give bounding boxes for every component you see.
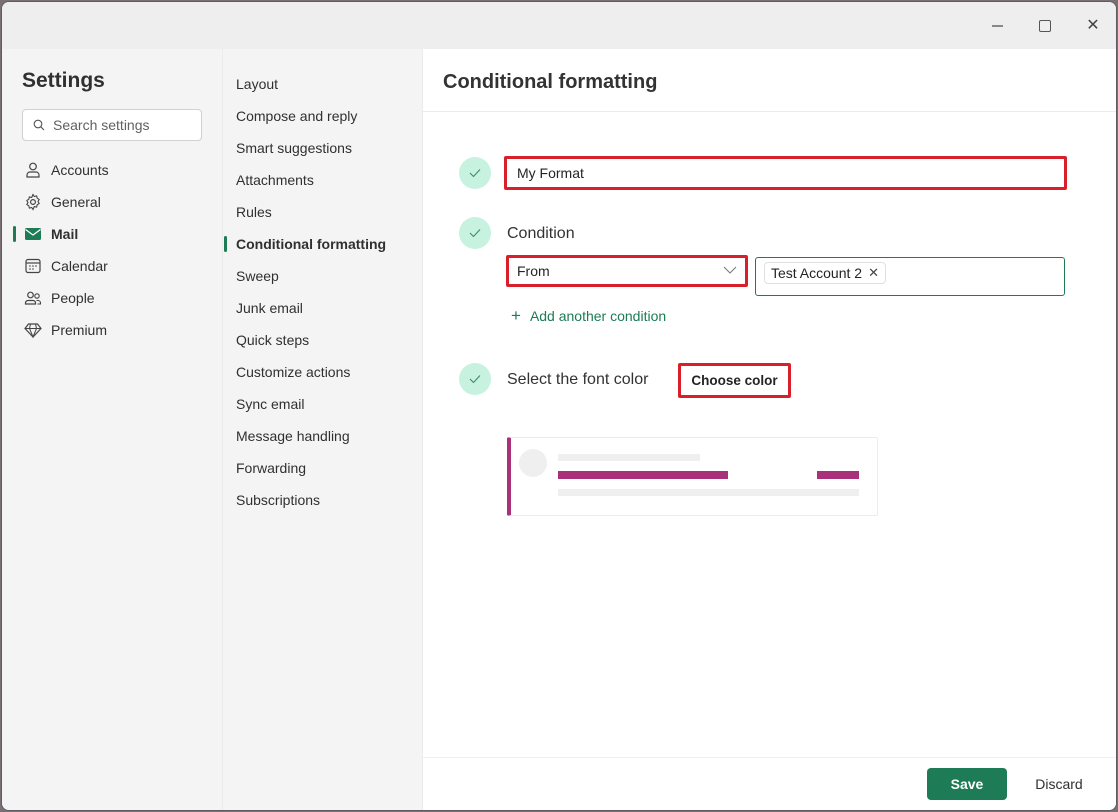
sidebar-item-calendar[interactable]: Calendar <box>2 250 222 282</box>
subnav-item-label: Sweep <box>236 268 279 284</box>
subnav-item-junk-email[interactable]: Junk email <box>223 292 423 324</box>
settings-sidebar: Settings Accounts General <box>2 49 222 810</box>
close-button[interactable]: ✕ <box>1070 11 1116 41</box>
page-title: Conditional formatting <box>443 71 658 93</box>
search-box[interactable] <box>22 109 202 141</box>
recipient-name: Test Account 2 <box>771 265 863 281</box>
conditional-formatting-pane: Conditional formatting Condition From Te… <box>422 49 1116 810</box>
step-complete-icon <box>459 157 491 189</box>
gear-icon <box>24 193 42 211</box>
subnav-item-subscriptions[interactable]: Subscriptions <box>223 484 423 516</box>
sidebar-item-mail[interactable]: Mail <box>2 218 222 250</box>
person-icon <box>24 161 42 179</box>
subnav-item-message-handling[interactable]: Message handling <box>223 420 423 452</box>
condition-field-dropdown[interactable]: From <box>506 255 748 287</box>
people-icon <box>24 289 42 307</box>
sidebar-item-label: Mail <box>51 226 79 242</box>
subnav-item-attachments[interactable]: Attachments <box>223 164 423 196</box>
minimize-button[interactable] <box>974 11 1020 41</box>
selection-indicator <box>13 226 16 242</box>
maximize-button[interactable] <box>1022 11 1068 41</box>
search-input[interactable] <box>53 117 193 133</box>
diamond-icon <box>24 321 42 339</box>
subnav-item-compose-and-reply[interactable]: Compose and reply <box>223 100 423 132</box>
minimize-icon <box>991 25 1003 27</box>
mail-icon <box>24 225 42 243</box>
settings-title: Settings <box>22 69 105 92</box>
discard-button[interactable]: Discard <box>1019 768 1099 800</box>
subnav-item-layout[interactable]: Layout <box>223 68 423 100</box>
plus-icon: + <box>511 306 521 325</box>
subnav-item-sweep[interactable]: Sweep <box>223 260 423 292</box>
step-complete-icon <box>459 217 491 249</box>
recipient-chip: Test Account 2 ✕ <box>764 262 886 284</box>
sidebar-item-people[interactable]: People <box>2 282 222 314</box>
close-icon: ✕ <box>1086 17 1100 34</box>
condition-label: Condition <box>507 225 575 242</box>
sidebar-item-label: Calendar <box>51 258 108 274</box>
subnav-item-sync-email[interactable]: Sync email <box>223 388 423 420</box>
subnav-item-label: Sync email <box>236 396 305 412</box>
checkmark-icon <box>469 169 481 178</box>
condition-field-value: From <box>517 263 550 279</box>
font-color-label: Select the font color <box>507 371 649 388</box>
subnav-item-label: Customize actions <box>236 364 351 380</box>
subnav-item-label: Layout <box>236 76 279 92</box>
message-preview <box>507 437 878 516</box>
subnav-item-smart-suggestions[interactable]: Smart suggestions <box>223 132 423 164</box>
subnav-item-label: Quick steps <box>236 332 310 348</box>
divider <box>423 111 1116 112</box>
choose-color-button[interactable]: Choose color <box>678 363 791 398</box>
preview-subject-line <box>558 471 728 479</box>
sidebar-item-label: People <box>51 290 95 306</box>
selection-indicator <box>224 236 227 252</box>
save-button[interactable]: Save <box>927 768 1007 800</box>
search-icon <box>33 119 45 131</box>
subnav-item-rules[interactable]: Rules <box>223 196 423 228</box>
recipient-picker[interactable]: Test Account 2 ✕ <box>755 257 1065 296</box>
calendar-icon <box>24 257 42 275</box>
settings-categories: Accounts General Mail Calendar People Pr… <box>2 154 222 346</box>
preview-date-line <box>817 471 859 479</box>
preview-body-line <box>558 489 859 496</box>
sidebar-item-general[interactable]: General <box>2 186 222 218</box>
subnav-item-label: Conditional formatting <box>236 236 387 252</box>
subnav-item-label: Attachments <box>236 172 314 188</box>
subnav-item-label: Compose and reply <box>236 108 358 124</box>
maximize-icon <box>1039 20 1051 32</box>
subnav-item-label: Forwarding <box>236 460 307 476</box>
mail-settings-nav: Layout Compose and reply Smart suggestio… <box>222 49 422 810</box>
add-condition-button[interactable]: + Add another condition <box>511 307 666 324</box>
chevron-down-icon <box>723 266 737 274</box>
subnav-item-label: Message handling <box>236 428 350 444</box>
step-complete-icon <box>459 363 491 395</box>
subnav-item-label: Smart suggestions <box>236 140 352 156</box>
preview-avatar <box>519 449 547 477</box>
sidebar-item-premium[interactable]: Premium <box>2 314 222 346</box>
subnav-item-conditional-formatting[interactable]: Conditional formatting <box>223 228 423 260</box>
rule-name-input[interactable] <box>504 156 1067 190</box>
checkmark-icon <box>469 375 481 384</box>
divider <box>423 757 1116 758</box>
subnav-item-customize-actions[interactable]: Customize actions <box>223 356 423 388</box>
add-condition-label: Add another condition <box>529 307 667 324</box>
sidebar-item-label: General <box>51 194 101 210</box>
subnav-item-label: Rules <box>236 204 272 220</box>
checkmark-icon <box>469 229 481 238</box>
sidebar-item-label: Premium <box>51 322 108 338</box>
remove-recipient-icon[interactable]: ✕ <box>868 265 879 281</box>
sidebar-item-label: Accounts <box>51 162 109 178</box>
preview-sender-line <box>558 454 700 461</box>
subnav-item-quick-steps[interactable]: Quick steps <box>223 324 423 356</box>
sidebar-item-accounts[interactable]: Accounts <box>2 154 222 186</box>
subnav-item-label: Junk email <box>236 300 303 316</box>
subnav-item-label: Subscriptions <box>236 492 321 508</box>
settings-window: ✕ Settings Accounts General <box>1 1 1117 811</box>
title-bar: ✕ <box>2 2 1116 49</box>
subnav-item-forwarding[interactable]: Forwarding <box>223 452 423 484</box>
